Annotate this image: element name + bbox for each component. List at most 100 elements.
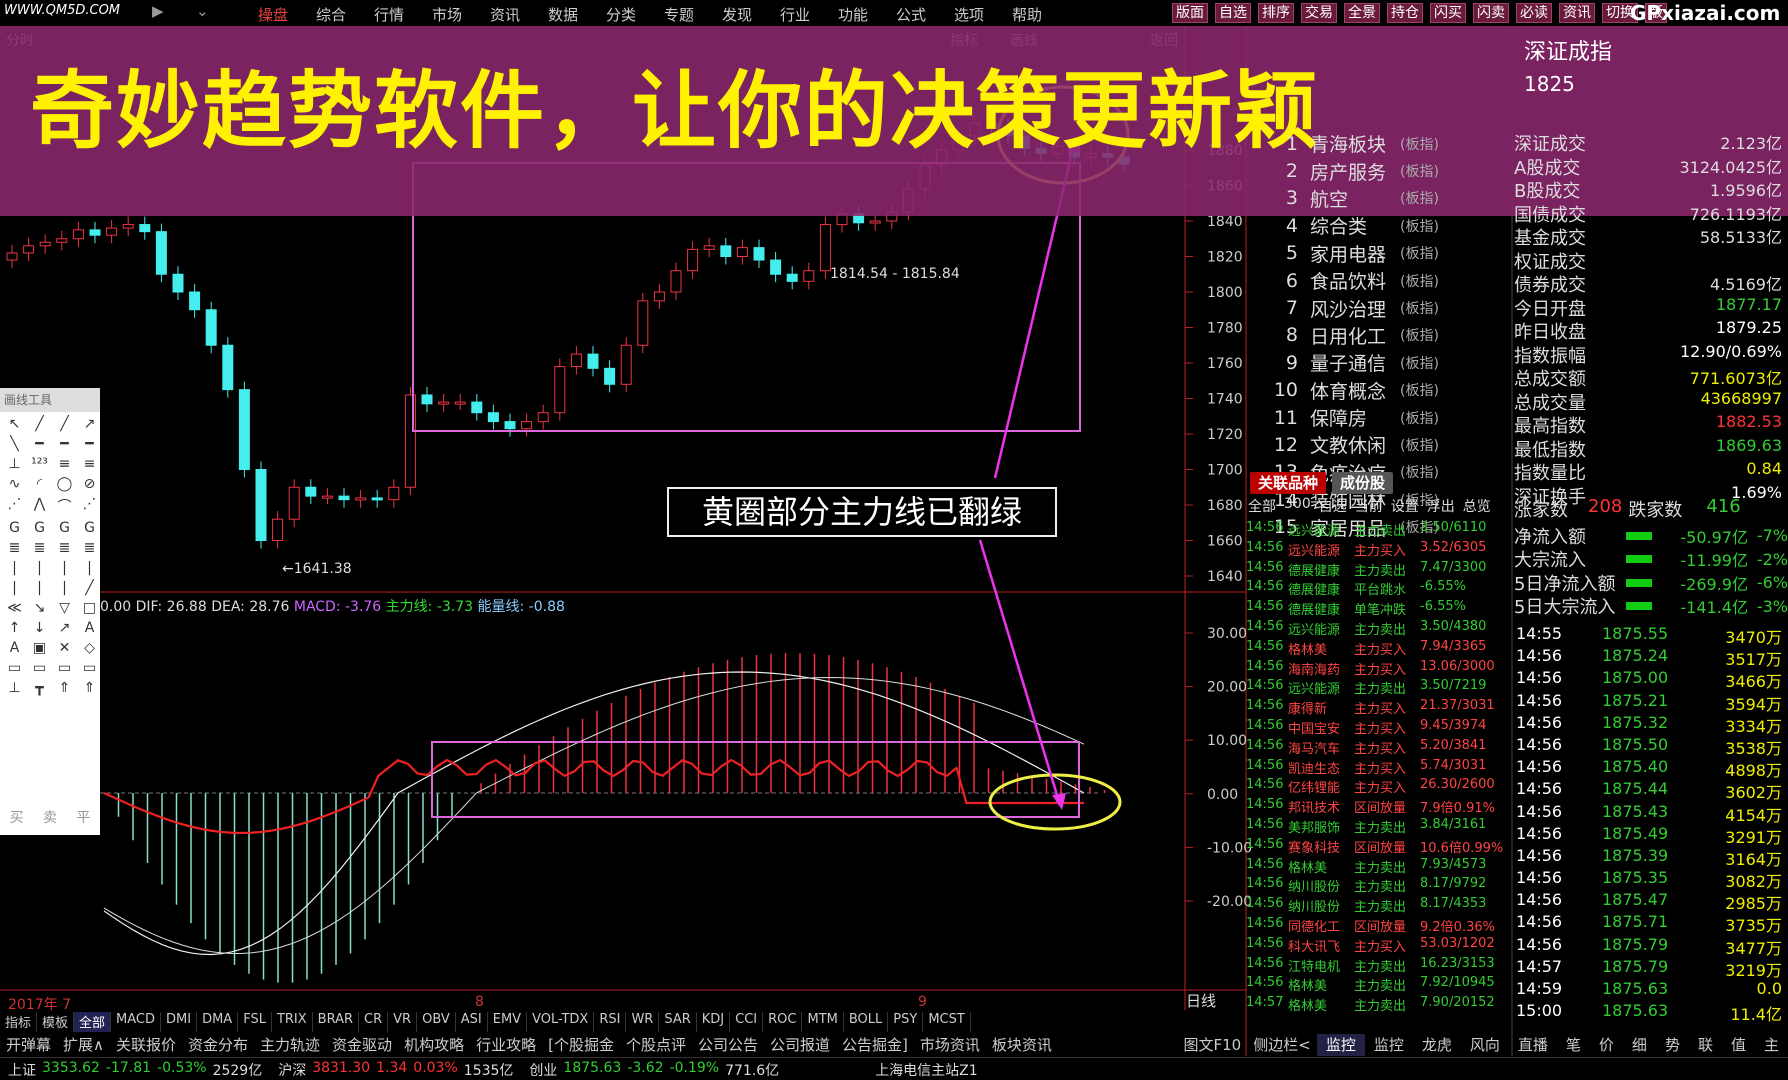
indicator-tab-21[interactable]: MTM	[802, 1012, 844, 1032]
func-tab-7[interactable]: 行业攻略	[470, 1034, 542, 1056]
indicator-tab-13[interactable]: EMV	[488, 1012, 528, 1032]
sell-tool[interactable]: 卖	[43, 807, 57, 827]
ticker-row[interactable]: 14:56 德展健康 单笔冲跌 -6.55%	[1246, 599, 1511, 619]
draw-tool-icon[interactable]: G	[77, 520, 102, 536]
right-bottom-tab-1[interactable]: 监控	[1365, 1034, 1413, 1056]
right-bottom-tab-8[interactable]: 势	[1656, 1034, 1689, 1056]
ticker-row[interactable]: 14:56 格林美 主力卖出 7.93/4573	[1246, 857, 1511, 877]
draw-tool-icon[interactable]: ▣	[27, 640, 52, 656]
indicator-tab-20[interactable]: ROC	[763, 1012, 803, 1032]
indicator-tab-3[interactable]: MACD	[111, 1012, 162, 1032]
right-bottom-tab-3[interactable]: 风向	[1461, 1034, 1509, 1056]
draw-tool-icon[interactable]: ━	[77, 436, 102, 452]
func-tab-9[interactable]: 个股点评	[620, 1034, 692, 1056]
draw-tool-icon[interactable]: ◇	[77, 640, 102, 656]
func-tab-0[interactable]: 开弹幕	[0, 1034, 57, 1056]
draw-tool-icon[interactable]: ↗	[77, 416, 102, 432]
draw-tool-icon[interactable]: ⋰	[2, 496, 27, 516]
right-bottom-tab-11[interactable]: 主	[1755, 1034, 1788, 1056]
draw-tool-icon[interactable]: ━	[52, 436, 77, 452]
func-tab-11[interactable]: 公司报道	[764, 1034, 836, 1056]
draw-tool-icon[interactable]: ▽	[52, 600, 77, 616]
draw-tool-icon[interactable]: ◯	[52, 476, 77, 492]
ticker-row[interactable]: 14:56 美邦服饰 主力卖出 3.84/3161	[1246, 817, 1511, 837]
indicator-tab-12[interactable]: ASI	[456, 1012, 488, 1032]
ticker-row[interactable]: 14:56 德展健康 主力卖出 7.47/3300	[1246, 560, 1511, 580]
draw-tool-icon[interactable]: ⇑	[77, 680, 102, 696]
draw-tool-icon[interactable]: ⊘	[77, 476, 102, 492]
right-bottom-tab-10[interactable]: 值	[1722, 1034, 1755, 1056]
draw-tool-icon[interactable]: |	[27, 580, 52, 596]
func-right-0[interactable]: 图文F10	[1178, 1034, 1248, 1056]
draw-tool-icon[interactable]: ↖	[2, 416, 27, 432]
indicator-tab-24[interactable]: MCST	[923, 1012, 971, 1032]
right-bottom-tab-0[interactable]: 监控	[1316, 1034, 1365, 1056]
period-label[interactable]: 日线	[1186, 990, 1242, 1010]
draw-tool-icon[interactable]: ━	[27, 436, 52, 452]
draw-tool-icon[interactable]: ≣	[52, 540, 77, 556]
ticker-row[interactable]: 14:56 纳川股份 主力卖出 8.17/4353	[1246, 896, 1511, 916]
ticker-filter-2[interactable]: 自选	[1319, 496, 1347, 518]
ticker-filter-6[interactable]: 总览	[1463, 496, 1491, 518]
ticker-filter-4[interactable]: 设置	[1391, 496, 1419, 518]
draw-tool-icon[interactable]: ▭	[77, 660, 102, 676]
sector-row[interactable]: 2 房产服务 (板指)	[1262, 157, 1512, 184]
draw-tool-icon[interactable]: G	[2, 520, 27, 536]
ticker-row[interactable]: 14:56 凯迪生态 主力买入 5.74/3031	[1246, 758, 1511, 778]
draw-tool-icon[interactable]: ◜	[27, 476, 52, 492]
indicator-tab-2[interactable]: 全部	[74, 1012, 112, 1032]
draw-tool-icon[interactable]: ⊥	[2, 680, 27, 696]
ticker-row[interactable]: 14:56 远兴能源 主力买入 3.52/6305	[1246, 540, 1511, 560]
draw-tool-icon[interactable]: ≡	[77, 456, 102, 472]
draw-tool-icon[interactable]: ↑	[2, 620, 27, 636]
status-index[interactable]: 上证 3353.62 -17.81 -0.53% 2529亿	[0, 1058, 270, 1080]
draw-tool-icon[interactable]: ╲	[2, 436, 27, 452]
indicator-tab-9[interactable]: CR	[359, 1012, 389, 1032]
func-tab-12[interactable]: 公告掘金]	[836, 1034, 914, 1056]
ticker-row[interactable]: 14:56 康得新 主力买入 21.37/3031	[1246, 698, 1511, 718]
ticker-row[interactable]: 14:56 同德化工 区间放量 9.2倍0.36%	[1246, 916, 1511, 936]
indicator-tab-6[interactable]: FSL	[238, 1012, 272, 1032]
ticker-row[interactable]: 14:56 远兴能源 主力卖出 3.50/6110	[1246, 520, 1511, 540]
ticker-row[interactable]: 14:56 远兴能源 主力卖出 3.50/7219	[1246, 678, 1511, 698]
ticker-filter-0[interactable]: 全部	[1248, 496, 1276, 518]
draw-tool-icon[interactable]: ╱	[52, 416, 77, 432]
draw-tool-icon[interactable]: ┳	[27, 680, 52, 696]
right-bottom-tab-7[interactable]: 细	[1623, 1034, 1656, 1056]
draw-tool-icon[interactable]: |	[2, 560, 27, 576]
func-tab-2[interactable]: 关联报价	[110, 1034, 182, 1056]
right-bottom-tab-5[interactable]: 笔	[1557, 1034, 1590, 1056]
draw-tool-icon[interactable]: ≣	[2, 540, 27, 556]
ticker-filter-3[interactable]: 当前	[1355, 496, 1383, 518]
tab-related[interactable]: 关联品种	[1250, 472, 1327, 494]
draw-tool-icon[interactable]: ≣	[77, 540, 102, 556]
draw-tool-icon[interactable]: A	[2, 640, 27, 656]
sector-row[interactable]: 10 体育概念 (板指)	[1262, 377, 1512, 404]
ticker-row[interactable]: 14:56 邦讯技术 区间放量 7.9倍0.91%	[1246, 797, 1511, 817]
sector-row[interactable]: 8 日用化工 (板指)	[1262, 322, 1512, 349]
draw-tool-icon[interactable]: ╱	[27, 416, 52, 432]
draw-tool-icon[interactable]: ▭	[52, 660, 77, 676]
indicator-tab-0[interactable]: 指标	[0, 1012, 38, 1032]
draw-tool-icon[interactable]: ∿	[2, 476, 27, 492]
draw-tool-icon[interactable]: ≡	[52, 456, 77, 472]
ticker-filter-5[interactable]: 浮出	[1427, 496, 1455, 518]
draw-tool-icon[interactable]: ≣	[27, 540, 52, 556]
ticker-row[interactable]: 14:56 远兴能源 主力卖出 3.50/4380	[1246, 619, 1511, 639]
sector-row[interactable]: 4 综合类 (板指)	[1262, 212, 1512, 239]
draw-tool-icon[interactable]: ⇑	[52, 680, 77, 696]
ticker-row[interactable]: 14:56 江特电机 主力卖出 16.23/3153	[1246, 956, 1511, 976]
indicator-tab-16[interactable]: WR	[626, 1012, 660, 1032]
flat-tool[interactable]: 平	[76, 807, 90, 827]
indicator-tab-5[interactable]: DMA	[197, 1012, 239, 1032]
draw-tool-icon[interactable]: A	[77, 620, 102, 636]
draw-tool-icon[interactable]: G	[27, 520, 52, 536]
draw-tool-icon[interactable]: |	[2, 580, 27, 596]
func-tab-8[interactable]: [个股掘金	[542, 1034, 620, 1056]
ticker-row[interactable]: 14:56 海南海药 主力买入 13.06/3000	[1246, 659, 1511, 679]
ticker-row[interactable]: 14:56 科大讯飞 主力买入 53.03/1202	[1246, 936, 1511, 956]
draw-tool-icon[interactable]: ≪	[2, 600, 27, 616]
status-index[interactable]: 创业 1875.63 -3.62 -0.19% 771.6亿	[521, 1058, 787, 1080]
func-tab-3[interactable]: 资金分布	[182, 1034, 254, 1056]
ticker-row[interactable]: 14:56 亿纬锂能 主力买入 26.30/2600	[1246, 777, 1511, 797]
